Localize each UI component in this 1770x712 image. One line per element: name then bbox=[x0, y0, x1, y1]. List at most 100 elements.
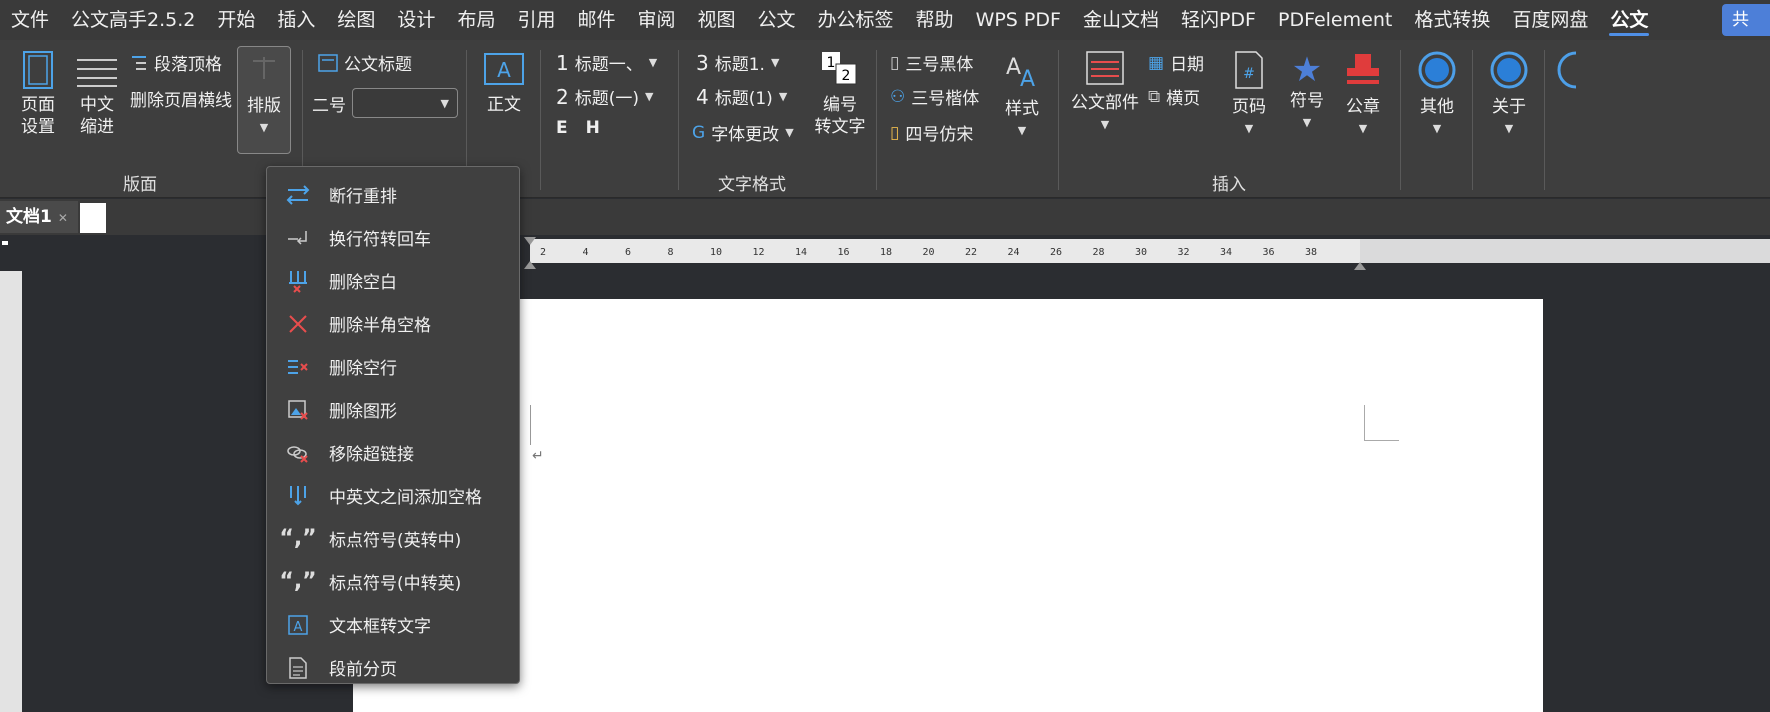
font-change-button[interactable]: G 字体更改 ▼ bbox=[692, 120, 794, 146]
menu-item[interactable]: 办公标签 bbox=[807, 0, 905, 40]
dropdown-item[interactable]: 中英文之间添加空格 bbox=[267, 474, 519, 517]
doc-parts-icon bbox=[1086, 51, 1124, 85]
title-icon bbox=[318, 53, 338, 72]
menu-item[interactable]: 开始 bbox=[206, 0, 266, 40]
heading1-button[interactable]: 1 标题一、 ▼ bbox=[556, 50, 657, 76]
menu-item[interactable]: 公文高手2.5.2 bbox=[60, 0, 206, 40]
punct-cn-en-icon: “,” bbox=[279, 569, 317, 594]
heading3-button[interactable]: 3 标题1. ▼ bbox=[696, 50, 779, 76]
delete-image-icon bbox=[285, 397, 311, 423]
dropdown-item[interactable]: A 文本框转文字 bbox=[267, 603, 519, 646]
para-top-button[interactable]: 段落顶格 bbox=[130, 50, 222, 75]
menu-item[interactable]: 引用 bbox=[506, 0, 566, 40]
delete-blank-icon bbox=[285, 268, 311, 294]
ruler-tick-label: 28 bbox=[1092, 247, 1105, 258]
horizontal-ruler[interactable]: 2 4 6 8 10 12 14 16 18 20 22 24 26 28 30 32 34 36 38 bbox=[530, 239, 1360, 263]
close-icon[interactable]: ✕ bbox=[58, 211, 68, 225]
chevron-down-icon: ▼ bbox=[1017, 124, 1027, 137]
landscape-button[interactable]: ⧉ 横页 bbox=[1148, 84, 1200, 110]
vertical-ruler[interactable] bbox=[0, 271, 22, 712]
new-tab-button[interactable] bbox=[80, 203, 106, 233]
doc-title-button[interactable]: 公文标题 bbox=[318, 50, 412, 75]
num-to-text-button[interactable]: 12 bbox=[818, 50, 862, 92]
share-label: 共 bbox=[1732, 10, 1749, 30]
dropdown-item[interactable]: 段前分页 bbox=[267, 646, 519, 689]
people-icon: ⚇ bbox=[890, 86, 906, 107]
font-fang-button[interactable]: ▯ 四号仿宋 bbox=[890, 120, 973, 146]
seal-button[interactable]: 公章 ▼ bbox=[1340, 50, 1386, 140]
style-button[interactable]: AA 样式 ▼ bbox=[998, 50, 1046, 142]
dropdown-item[interactable]: “,” 标点符号(英转中) bbox=[267, 517, 519, 560]
dropdown-item-label: 中英文之间添加空格 bbox=[329, 488, 482, 508]
number-icon: 12 bbox=[822, 52, 857, 85]
menu-item[interactable]: 金山文档 bbox=[1072, 0, 1170, 40]
date-button[interactable]: ▦ 日期 bbox=[1148, 50, 1204, 76]
cn-indent-button[interactable] bbox=[74, 54, 120, 94]
e-h-row: E H bbox=[556, 118, 600, 138]
menu-item[interactable]: WPS PDF bbox=[965, 0, 1072, 40]
remove-link-icon bbox=[285, 440, 311, 466]
paragraph-mark-icon: ↵ bbox=[532, 448, 544, 464]
heading4-button[interactable]: 4 标题(1) ▼ bbox=[696, 84, 787, 110]
menu-item[interactable]: 设计 bbox=[386, 0, 446, 40]
indent-icon bbox=[77, 59, 117, 87]
menu-item[interactable]: 布局 bbox=[446, 0, 506, 40]
font-change-icon: G bbox=[692, 122, 706, 143]
para-top-label: 段落顶格 bbox=[154, 55, 222, 75]
dropdown-item[interactable]: 删除空行 bbox=[267, 345, 519, 388]
menu-item[interactable]: 公文 bbox=[747, 0, 807, 40]
indent-marker[interactable] bbox=[524, 235, 536, 271]
share-button[interactable]: 共 bbox=[1722, 4, 1770, 36]
other-icon bbox=[1418, 51, 1456, 89]
font-size-select[interactable]: ▼ bbox=[352, 88, 458, 118]
dropdown-item[interactable]: 移除超链接 bbox=[267, 431, 519, 474]
h-button[interactable]: H bbox=[586, 118, 600, 138]
more-button[interactable] bbox=[1556, 50, 1576, 96]
page-setup-button[interactable] bbox=[18, 50, 58, 96]
menu-item[interactable]: 公文 bbox=[1599, 0, 1659, 40]
menu-item[interactable]: 格式转换 bbox=[1403, 0, 1501, 40]
menu-item[interactable]: 绘图 bbox=[326, 0, 386, 40]
dropdown-item[interactable]: 删除半角空格 bbox=[267, 302, 519, 345]
page-number-button[interactable]: # 页码 ▼ bbox=[1226, 50, 1272, 140]
typeset-button[interactable]: 排版 ▼ bbox=[237, 46, 291, 154]
ruler-extension bbox=[1360, 239, 1770, 263]
document-icon: ▯ bbox=[890, 122, 900, 143]
menu-item[interactable]: PDFelement bbox=[1267, 0, 1403, 40]
dropdown-item[interactable]: 换行符转回车 bbox=[267, 216, 519, 259]
menu-item[interactable]: 文件 bbox=[0, 0, 60, 40]
dropdown-item[interactable]: 删除图形 bbox=[267, 388, 519, 431]
about-button[interactable]: 关于 ▼ bbox=[1486, 50, 1532, 140]
menu-item[interactable]: 视图 bbox=[687, 0, 747, 40]
style-icon: AA bbox=[1006, 55, 1035, 92]
dropdown-item[interactable]: “,” 标点符号(中转英) bbox=[267, 560, 519, 603]
document-page[interactable] bbox=[353, 299, 1543, 712]
dropdown-item-label: 移除超链接 bbox=[329, 445, 414, 465]
other-button[interactable]: 其他 ▼ bbox=[1414, 50, 1460, 140]
svg-text:2: 2 bbox=[842, 68, 851, 84]
page-number-icon: # bbox=[1235, 51, 1263, 89]
font-hei-button[interactable]: ▯ 三号黑体 bbox=[890, 50, 973, 76]
font-kai-button[interactable]: ⚇ 三号楷体 bbox=[890, 84, 979, 110]
e-button[interactable]: E bbox=[556, 118, 568, 138]
menu-item[interactable]: 百度网盘 bbox=[1501, 0, 1599, 40]
svg-text:A: A bbox=[1006, 55, 1021, 80]
right-indent-marker[interactable] bbox=[1354, 255, 1366, 270]
dropdown-item[interactable]: 断行重排 bbox=[267, 173, 519, 216]
delete-header-line-button[interactable]: 删除页眉横线 bbox=[130, 86, 232, 111]
menu-item[interactable]: 帮助 bbox=[905, 0, 965, 40]
menu-item[interactable]: 插入 bbox=[266, 0, 326, 40]
menu-item[interactable]: 邮件 bbox=[566, 0, 626, 40]
body-text-button[interactable]: A bbox=[482, 52, 526, 92]
doc-parts-button[interactable]: 公文部件 ▼ bbox=[1070, 50, 1140, 136]
ruler-tick-label: 6 bbox=[625, 247, 632, 258]
menu-item[interactable]: 审阅 bbox=[626, 0, 686, 40]
menu-item[interactable]: 轻闪PDF bbox=[1170, 0, 1267, 40]
document-tab[interactable]: 文档1 ✕ bbox=[0, 201, 78, 233]
delete-header-line-label: 删除页眉横线 bbox=[130, 91, 232, 111]
ruler-tick-label: 16 bbox=[837, 247, 850, 258]
dropdown-item[interactable]: 删除空白 bbox=[267, 259, 519, 302]
heading2-button[interactable]: 2 标题(一) ▼ bbox=[556, 84, 653, 110]
svg-text:A: A bbox=[1020, 67, 1035, 90]
symbol-button[interactable]: ★ 符号 ▼ bbox=[1284, 50, 1330, 134]
